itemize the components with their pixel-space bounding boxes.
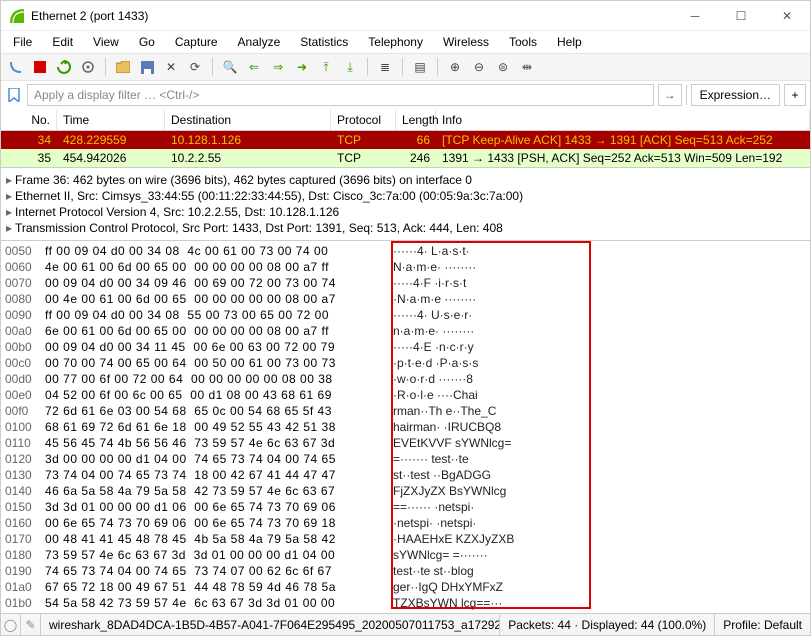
go-to-packet-icon[interactable]: ➜ — [291, 56, 313, 78]
hex-row[interactable]: 00e004 52 00 6f 00 6c 00 65 00 d1 08 00 … — [5, 387, 806, 403]
add-filter-button[interactable]: + — [784, 84, 806, 106]
colorize-icon[interactable]: ▤ — [409, 56, 431, 78]
detail-line[interactable]: ▸Frame 36: 462 bytes on wire (3696 bits)… — [3, 172, 808, 188]
hex-row[interactable]: 01c000 fd 10 00 c1 00 04 00 00 00 00 00 … — [5, 611, 806, 613]
hex-row[interactable]: 01203d 00 00 00 00 d1 04 00 74 65 73 74 … — [5, 451, 806, 467]
detail-line[interactable]: ▸Internet Protocol Version 4, Src: 10.2.… — [3, 204, 808, 220]
col-dst[interactable]: Destination — [165, 110, 331, 130]
open-file-icon[interactable] — [112, 56, 134, 78]
detail-line[interactable]: ▸Transmission Control Protocol, Src Port… — [3, 220, 808, 236]
restart-capture-icon[interactable] — [53, 56, 75, 78]
hex-row[interactable]: 00b000 09 04 d0 00 34 11 45 00 6e 00 63 … — [5, 339, 806, 355]
reload-icon[interactable]: ⟳ — [184, 56, 206, 78]
col-proto[interactable]: Protocol — [331, 110, 396, 130]
hex-row[interactable]: 008000 4e 00 61 00 6d 00 65 00 00 00 00 … — [5, 291, 806, 307]
main-toolbar: ✕ ⟳ 🔍 ⇐ ⇒ ➜ ⤒ ⤓ ≣ ▤ ⊕ ⊖ ⊜ ⇹ — [1, 53, 810, 81]
find-packet-icon[interactable]: 🔍 — [219, 56, 241, 78]
resize-columns-icon[interactable]: ⇹ — [516, 56, 538, 78]
menu-statistics[interactable]: Statistics — [292, 33, 356, 51]
filter-bookmark-icon[interactable] — [5, 86, 23, 104]
menu-go[interactable]: Go — [131, 33, 163, 51]
go-back-icon[interactable]: ⇐ — [243, 56, 265, 78]
zoom-reset-icon[interactable]: ⊜ — [492, 56, 514, 78]
hex-row[interactable]: 016000 6e 65 74 73 70 69 06 00 6e 65 74 … — [5, 515, 806, 531]
start-capture-icon[interactable] — [5, 56, 27, 78]
col-info[interactable]: Info — [436, 110, 810, 130]
hex-row[interactable]: 00f072 6d 61 6e 03 00 54 68 65 0c 00 54 … — [5, 403, 806, 419]
hex-row[interactable]: 010068 61 69 72 6d 61 6e 18 00 49 52 55 … — [5, 419, 806, 435]
col-len[interactable]: Length — [396, 110, 436, 130]
capture-file-properties-icon[interactable]: ✎ — [21, 614, 41, 635]
hex-row[interactable]: 019074 65 73 74 04 00 74 65 73 74 07 00 … — [5, 563, 806, 579]
hex-row[interactable]: 01b054 5a 58 42 73 59 57 4e 6c 63 67 3d … — [5, 595, 806, 611]
hex-row[interactable]: 011045 56 45 74 4b 56 56 46 73 59 57 4e … — [5, 435, 806, 451]
col-no[interactable]: No. — [1, 110, 57, 130]
packet-bytes-pane[interactable]: 0050ff 00 09 04 d0 00 34 08 4c 00 61 00 … — [1, 240, 810, 613]
hex-row[interactable]: 00c000 70 00 74 00 65 00 64 00 50 00 61 … — [5, 355, 806, 371]
go-last-icon[interactable]: ⤓ — [339, 56, 361, 78]
go-forward-icon[interactable]: ⇒ — [267, 56, 289, 78]
window-titlebar: Ethernet 2 (port 1433) ─ ☐ ✕ — [1, 1, 810, 31]
close-button[interactable]: ✕ — [764, 1, 810, 31]
status-packets: Packets: 44 · Displayed: 44 (100.0%) — [500, 614, 715, 635]
minimize-button[interactable]: ─ — [672, 1, 718, 31]
app-logo-icon — [9, 8, 25, 24]
close-file-icon[interactable]: ✕ — [160, 56, 182, 78]
menu-wireless[interactable]: Wireless — [435, 33, 497, 51]
hex-row[interactable]: 007000 09 04 d0 00 34 09 46 00 69 00 72 … — [5, 275, 806, 291]
hex-row[interactable]: 00604e 00 61 00 6d 00 65 00 00 00 00 00 … — [5, 259, 806, 275]
stop-capture-icon[interactable] — [29, 56, 51, 78]
hex-row[interactable]: 014046 6a 5a 58 4a 79 5a 58 42 73 59 57 … — [5, 483, 806, 499]
hex-row[interactable]: 0090ff 00 09 04 d0 00 34 08 55 00 73 00 … — [5, 307, 806, 323]
hex-row[interactable]: 017000 48 41 41 45 48 78 45 4b 5a 58 4a … — [5, 531, 806, 547]
display-filter-input[interactable] — [27, 84, 654, 106]
status-profile[interactable]: Profile: Default — [715, 614, 810, 635]
packet-list[interactable]: 34428.22955910.128.1.126TCP66[TCP Keep-A… — [1, 131, 810, 167]
statusbar: ◯ ✎ wireshark_8DAD4DCA-1B5D-4B57-A041-7F… — [1, 613, 810, 635]
window-title: Ethernet 2 (port 1433) — [31, 9, 672, 23]
col-time[interactable]: Time — [57, 110, 165, 130]
display-filter-bar: → Expression… + — [1, 81, 810, 109]
hex-row[interactable]: 0050ff 00 09 04 d0 00 34 08 4c 00 61 00 … — [5, 243, 806, 259]
packet-details-pane[interactable]: ▸Frame 36: 462 bytes on wire (3696 bits)… — [1, 167, 810, 240]
menu-file[interactable]: File — [5, 33, 40, 51]
auto-scroll-icon[interactable]: ≣ — [374, 56, 396, 78]
maximize-button[interactable]: ☐ — [718, 1, 764, 31]
hex-row[interactable]: 018073 59 57 4e 6c 63 67 3d 3d 01 00 00 … — [5, 547, 806, 563]
hex-row[interactable]: 01503d 3d 01 00 00 00 d1 06 00 6e 65 74 … — [5, 499, 806, 515]
expression-button[interactable]: Expression… — [691, 84, 780, 106]
go-first-icon[interactable]: ⤒ — [315, 56, 337, 78]
menu-telephony[interactable]: Telephony — [360, 33, 431, 51]
zoom-in-icon[interactable]: ⊕ — [444, 56, 466, 78]
packet-row[interactable]: 35454.94202610.2.2.55TCP2461391 → 1433 [… — [1, 149, 810, 167]
menubar: File Edit View Go Capture Analyze Statis… — [1, 31, 810, 53]
menu-edit[interactable]: Edit — [44, 33, 81, 51]
zoom-out-icon[interactable]: ⊖ — [468, 56, 490, 78]
hex-row[interactable]: 00d000 77 00 6f 00 72 00 64 00 00 00 00 … — [5, 371, 806, 387]
hex-row[interactable]: 013073 74 04 00 74 65 73 74 18 00 42 67 … — [5, 467, 806, 483]
capture-options-icon[interactable] — [77, 56, 99, 78]
save-file-icon[interactable] — [136, 56, 158, 78]
filter-apply-icon[interactable]: → — [658, 84, 682, 106]
hex-row[interactable]: 00a06e 00 61 00 6d 00 65 00 00 00 00 00 … — [5, 323, 806, 339]
expert-info-icon[interactable]: ◯ — [1, 614, 21, 635]
hex-row[interactable]: 01a067 65 72 18 00 49 67 51 44 48 78 59 … — [5, 579, 806, 595]
packet-list-header: No. Time Destination Protocol Length Inf… — [1, 109, 810, 131]
detail-line[interactable]: ▸Ethernet II, Src: Cimsys_33:44:55 (00:1… — [3, 188, 808, 204]
menu-help[interactable]: Help — [549, 33, 590, 51]
menu-capture[interactable]: Capture — [167, 33, 226, 51]
status-file: wireshark_8DAD4DCA-1B5D-4B57-A041-7F064E… — [41, 614, 500, 635]
packet-row[interactable]: 34428.22955910.128.1.126TCP66[TCP Keep-A… — [1, 131, 810, 149]
menu-view[interactable]: View — [85, 33, 127, 51]
menu-tools[interactable]: Tools — [501, 33, 545, 51]
menu-analyze[interactable]: Analyze — [230, 33, 289, 51]
